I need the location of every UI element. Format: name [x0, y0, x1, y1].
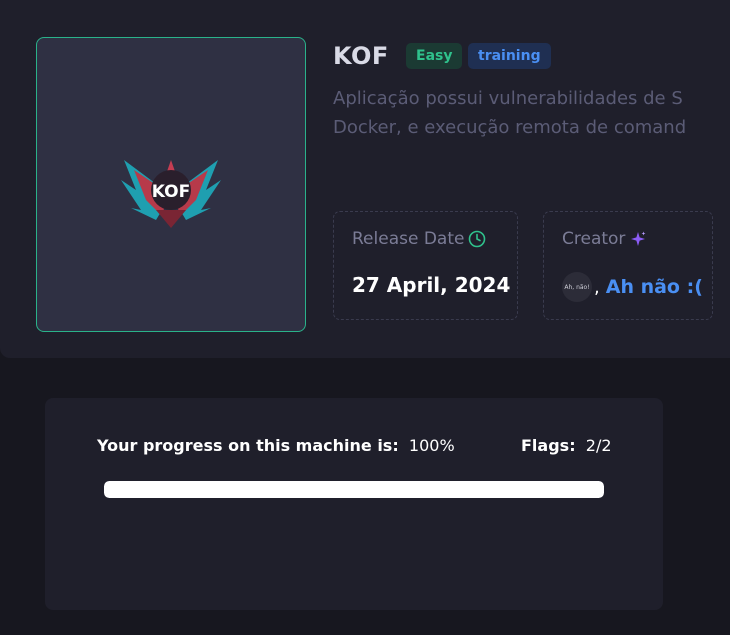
creator-label-row: Creator	[562, 229, 647, 249]
release-date-label: Release Date	[352, 229, 465, 249]
difficulty-badge: Easy	[406, 43, 463, 69]
progress-status: Your progress on this machine is: 100%	[97, 436, 455, 455]
machine-title: KOF	[333, 42, 389, 70]
flags-label: Flags:	[521, 436, 576, 455]
flags-status: Flags: 2/2	[521, 436, 612, 455]
creator-box: Creator Ah, não! , Ah não :(	[543, 211, 713, 320]
sparkle-icon	[631, 231, 646, 246]
creator-row: Ah, não! , Ah não :(	[562, 272, 703, 302]
flags-value: 2/2	[585, 436, 612, 455]
description-line-1: Aplicação possui vulnerabilidades de S	[333, 88, 683, 109]
progress-value: 100%	[408, 436, 455, 455]
creator-name-link[interactable]: Ah não :(	[606, 276, 703, 298]
machine-header-card: KOF KOF Easy training Aplicação possui v…	[0, 0, 730, 358]
release-date-value: 27 April, 2024	[352, 273, 511, 297]
release-date-box: Release Date 27 April, 2024	[333, 211, 518, 320]
kof-emblem-icon: KOF	[121, 159, 221, 228]
category-badge: training	[468, 43, 551, 69]
creator-label: Creator	[562, 229, 626, 249]
description-line-2: Docker, e execução remota de comand	[333, 117, 687, 138]
kof-logo-text: KOF	[152, 182, 190, 202]
machine-logo-image: KOF	[36, 37, 306, 332]
progress-label: Your progress on this machine is:	[97, 436, 399, 455]
release-date-label-row: Release Date	[352, 229, 486, 249]
creator-separator: ,	[594, 276, 600, 298]
progress-card: Your progress on this machine is: 100% F…	[45, 398, 663, 610]
clock-icon	[469, 230, 486, 248]
machine-description: Aplicação possui vulnerabilidades de S D…	[333, 84, 730, 142]
creator-avatar[interactable]: Ah, não!	[562, 272, 592, 302]
progress-bar	[104, 481, 604, 498]
progress-bar-fill	[104, 481, 604, 498]
